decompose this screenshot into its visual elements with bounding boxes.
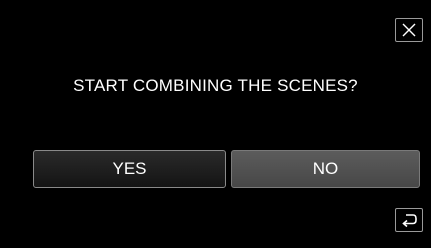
no-button[interactable]: NO	[231, 150, 420, 188]
yes-button-label: YES	[112, 159, 147, 178]
close-button[interactable]	[395, 18, 423, 42]
dialog-question: START COMBINING THE SCENES?	[73, 76, 358, 95]
return-button[interactable]	[395, 208, 423, 232]
combine-scenes-dialog: START COMBINING THE SCENES? YES NO	[0, 0, 431, 248]
close-icon	[402, 23, 416, 37]
no-button-label: NO	[312, 159, 339, 178]
yes-button[interactable]: YES	[33, 150, 226, 188]
return-icon	[400, 212, 418, 228]
